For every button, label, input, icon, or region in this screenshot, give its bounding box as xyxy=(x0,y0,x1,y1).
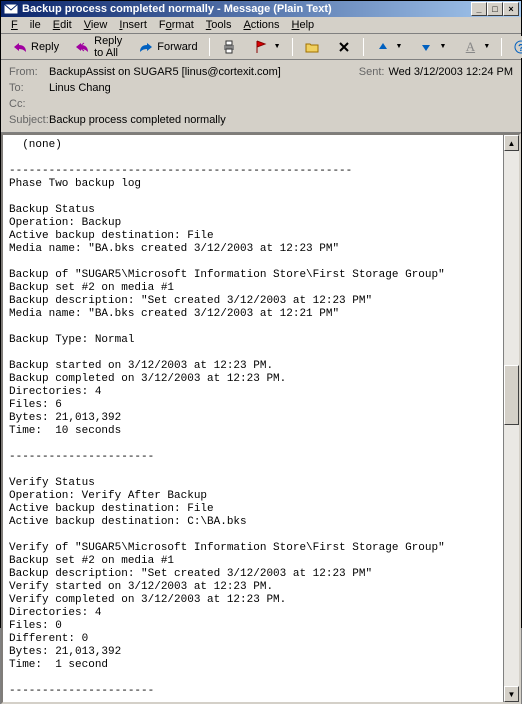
sent-value: Wed 3/12/2003 12:24 PM xyxy=(388,66,513,78)
sent-label: Sent: xyxy=(359,66,385,78)
from-value: BackupAssist on SUGAR5 [linus@cortexit.c… xyxy=(49,66,359,78)
chevron-down-icon: ▼ xyxy=(274,43,281,50)
message-body-area: (none) ---------------------------------… xyxy=(1,133,521,704)
reply-all-button[interactable]: Reply to All xyxy=(68,36,129,58)
vertical-scrollbar[interactable]: ▲ ▼ xyxy=(503,135,519,702)
mail-icon xyxy=(3,1,19,17)
close-button[interactable]: × xyxy=(503,2,519,16)
forward-label: Forward xyxy=(157,41,197,53)
reply-button[interactable]: Reply xyxy=(5,36,66,58)
help-icon: ? xyxy=(513,39,522,55)
toolbar: Reply Reply to All Forward ▼ xyxy=(1,34,521,60)
message-headers: From: BackupAssist on SUGAR5 [linus@cort… xyxy=(1,60,521,133)
titlebar: Backup process completed normally - Mess… xyxy=(1,1,521,17)
font-icon: A xyxy=(462,39,478,55)
font-button[interactable]: A ▼ xyxy=(455,36,497,58)
forward-icon xyxy=(138,39,154,55)
menu-view[interactable]: View xyxy=(78,17,114,33)
menu-edit[interactable]: Edit xyxy=(47,17,78,33)
flag-button[interactable]: ▼ xyxy=(246,36,288,58)
next-button[interactable]: ▼ xyxy=(411,36,453,58)
menu-tools[interactable]: Tools xyxy=(200,17,238,33)
print-button[interactable] xyxy=(214,36,244,58)
separator xyxy=(363,38,364,56)
previous-button[interactable]: ▼ xyxy=(368,36,410,58)
up-arrow-icon xyxy=(375,39,391,55)
message-body[interactable]: (none) ---------------------------------… xyxy=(3,135,503,702)
chevron-down-icon: ▼ xyxy=(483,43,490,50)
menu-file[interactable]: File xyxy=(5,17,47,33)
svg-text:?: ? xyxy=(518,43,522,54)
reply-icon xyxy=(12,39,28,55)
delete-button[interactable] xyxy=(329,36,359,58)
minimize-button[interactable]: _ xyxy=(471,2,487,16)
scroll-up-button[interactable]: ▲ xyxy=(504,135,519,151)
separator xyxy=(209,38,210,56)
flag-icon xyxy=(253,39,269,55)
maximize-button[interactable]: □ xyxy=(487,2,503,16)
scroll-down-button[interactable]: ▼ xyxy=(504,686,519,702)
move-folder-button[interactable] xyxy=(297,36,327,58)
window-title: Backup process completed normally - Mess… xyxy=(22,3,471,15)
folder-icon xyxy=(304,39,320,55)
reply-label: Reply xyxy=(31,41,59,53)
from-label: From: xyxy=(9,66,49,78)
delete-icon xyxy=(336,39,352,55)
cc-label: Cc: xyxy=(9,98,49,110)
subject-label: Subject: xyxy=(9,114,49,126)
separator xyxy=(501,38,502,56)
help-button[interactable]: ? xyxy=(506,36,522,58)
chevron-down-icon: ▼ xyxy=(396,43,403,50)
message-window: Backup process completed normally - Mess… xyxy=(0,0,522,628)
menu-insert[interactable]: Insert xyxy=(113,17,153,33)
menubar: File Edit View Insert Format Tools Actio… xyxy=(1,17,521,34)
separator xyxy=(292,38,293,56)
to-label: To: xyxy=(9,82,49,94)
scroll-thumb[interactable] xyxy=(504,365,519,425)
menu-format[interactable]: Format xyxy=(153,17,200,33)
print-icon xyxy=(221,39,237,55)
down-arrow-icon xyxy=(418,39,434,55)
reply-all-label: Reply to All xyxy=(94,35,122,59)
subject-value: Backup process completed normally xyxy=(49,114,513,126)
reply-all-icon xyxy=(75,39,91,55)
scroll-track[interactable] xyxy=(504,151,519,686)
forward-button[interactable]: Forward xyxy=(131,36,204,58)
menu-help[interactable]: Help xyxy=(286,17,321,33)
menu-actions[interactable]: Actions xyxy=(237,17,285,33)
to-value: Linus Chang xyxy=(49,82,513,94)
chevron-down-icon: ▼ xyxy=(439,43,446,50)
